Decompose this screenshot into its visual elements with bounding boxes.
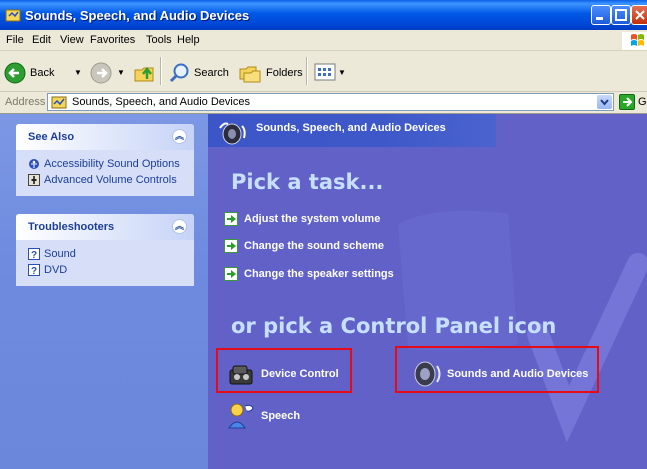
back-button[interactable]: Back [4, 62, 54, 84]
see-also-title: See Also [28, 131, 75, 143]
help-icon: ? [28, 248, 40, 260]
see-also-header[interactable]: See Also ︽ [16, 124, 194, 150]
window-title: Sounds, Speech, and Audio Devices [25, 8, 250, 23]
svg-text:?: ? [31, 250, 37, 260]
up-folder-icon [134, 66, 154, 82]
adjust-system-volume-link[interactable]: Adjust the system volume [224, 212, 380, 226]
go-label: Go [638, 96, 647, 108]
help-icon: ? [28, 264, 40, 276]
troubleshooters-panel: Troubleshooters ︽ ? Sound ? DVD [16, 214, 194, 286]
folders-icon [239, 66, 261, 83]
folders-label: Folders [266, 67, 303, 79]
speech-item[interactable]: Speech [225, 400, 300, 432]
toolbar-separator [306, 57, 307, 85]
troubleshooters-header[interactable]: Troubleshooters ︽ [16, 214, 194, 240]
menu-file[interactable]: File [6, 34, 24, 46]
see-also-panel: See Also ︽ Accessibility Sound Options A… [16, 124, 194, 196]
minimize-button[interactable] [591, 5, 611, 25]
accessibility-sound-options-link[interactable]: Accessibility Sound Options [16, 156, 194, 172]
category-title: Sounds, Speech, and Audio Devices [256, 122, 446, 134]
collapse-chevron-icon[interactable]: ︽ [172, 129, 187, 144]
up-folder-button[interactable] [133, 62, 157, 84]
main-pane: Sounds, Speech, and Audio Devices Pick a… [208, 114, 647, 469]
link-label: Sound [44, 248, 76, 260]
link-label: Advanced Volume Controls [44, 174, 177, 186]
views-button[interactable] [314, 62, 336, 82]
sound-folder-icon [51, 96, 67, 109]
menu-bar: File Edit View Favorites Tools Help [0, 30, 647, 51]
minimize-icon [596, 17, 603, 20]
address-dropdown-button[interactable] [597, 95, 612, 109]
change-sound-scheme-link[interactable]: Change the sound scheme [224, 239, 384, 253]
highlight-box [395, 346, 599, 393]
address-label: Address [5, 96, 46, 108]
speech-icon [228, 403, 254, 429]
pick-task-heading: Pick a task... [231, 170, 384, 194]
forward-arrow-icon [90, 62, 112, 84]
menu-tools[interactable]: Tools [146, 34, 172, 46]
search-button[interactable]: Search [168, 62, 229, 84]
advanced-volume-controls-link[interactable]: Advanced Volume Controls [16, 172, 194, 188]
close-icon [635, 10, 645, 20]
toolbar-separator [160, 57, 161, 85]
go-arrow-icon [619, 94, 635, 110]
menu-edit[interactable]: Edit [32, 34, 51, 46]
menu-favorites[interactable]: Favorites [90, 34, 135, 46]
maximize-button[interactable] [611, 5, 631, 25]
task-arrow-icon [224, 239, 238, 253]
maximize-icon [615, 9, 627, 21]
volume-control-icon [28, 174, 40, 186]
address-value: Sounds, Speech, and Audio Devices [72, 96, 250, 108]
search-icon [169, 63, 189, 83]
go-button[interactable]: Go [619, 94, 647, 110]
sound-troubleshooter-link[interactable]: ? Sound [16, 246, 194, 262]
task-arrow-icon [224, 212, 238, 226]
link-label: Accessibility Sound Options [44, 158, 180, 170]
back-dropdown-icon[interactable]: ▼ [74, 68, 82, 77]
task-label: Adjust the system volume [244, 213, 381, 225]
menu-help[interactable]: Help [177, 34, 200, 46]
views-icon [314, 63, 336, 81]
toolbar: Back ▼ ▼ Search Folders ▼ [0, 51, 647, 92]
sound-speech-audio-icon [219, 122, 246, 145]
search-label: Search [194, 67, 229, 79]
troubleshooters-title: Troubleshooters [28, 221, 115, 233]
task-label: Change the speaker settings [244, 268, 394, 280]
task-arrow-icon [224, 267, 238, 281]
accessibility-icon [29, 159, 39, 169]
highlight-box [216, 348, 352, 393]
icon-label: Speech [261, 410, 301, 422]
task-pane: See Also ︽ Accessibility Sound Options A… [0, 114, 208, 469]
task-label: Change the sound scheme [244, 240, 384, 252]
address-input[interactable]: Sounds, Speech, and Audio Devices [47, 93, 614, 111]
windows-logo-icon [622, 32, 647, 50]
back-label: Back [30, 67, 55, 79]
back-arrow-icon [4, 62, 26, 84]
change-speaker-settings-link[interactable]: Change the speaker settings [224, 267, 394, 281]
sound-window-icon [5, 9, 21, 22]
svg-text:?: ? [31, 266, 37, 276]
folders-button[interactable]: Folders [238, 62, 303, 84]
menu-view[interactable]: View [60, 34, 84, 46]
dvd-troubleshooter-link[interactable]: ? DVD [16, 262, 194, 278]
pick-icon-heading: or pick a Control Panel icon [231, 314, 557, 338]
address-bar: Address Sounds, Speech, and Audio Device… [0, 92, 647, 114]
forward-dropdown-icon[interactable]: ▼ [117, 68, 125, 77]
title-bar[interactable]: Sounds, Speech, and Audio Devices [0, 0, 647, 30]
forward-button[interactable] [90, 62, 112, 84]
chevron-down-icon [600, 99, 609, 106]
category-header: Sounds, Speech, and Audio Devices [208, 114, 496, 147]
close-button[interactable] [631, 5, 647, 25]
views-dropdown-icon[interactable]: ▼ [338, 68, 346, 77]
collapse-chevron-icon[interactable]: ︽ [172, 219, 187, 234]
content-area: See Also ︽ Accessibility Sound Options A… [0, 114, 647, 469]
link-label: DVD [44, 264, 68, 276]
